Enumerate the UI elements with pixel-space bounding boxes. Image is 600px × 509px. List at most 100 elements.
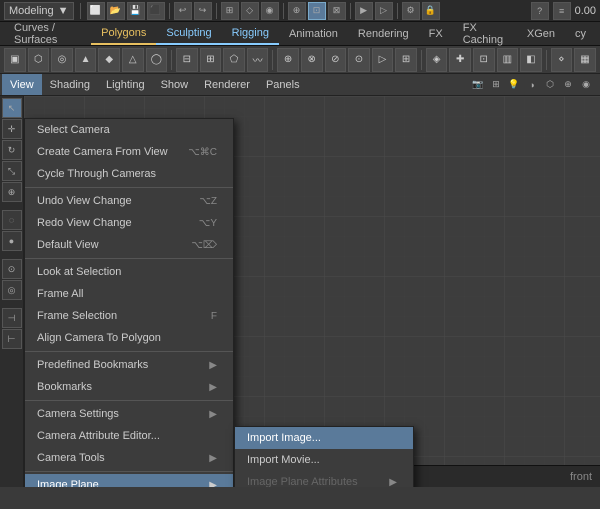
cone-tool[interactable]: ▲ [75,48,97,72]
box-tool[interactable]: ⬡ [28,48,50,72]
new-file-icon[interactable]: ⬜ [87,2,105,20]
tab-sculpting[interactable]: Sculpting [156,22,221,45]
menu-create-camera[interactable]: Create Camera From View ⌥⌘C [25,141,233,163]
split-tool[interactable]: ⊡ [473,48,495,72]
measure-lt-btn[interactable]: ⊣ [2,308,22,328]
connect-tool[interactable]: ✚ [449,48,471,72]
merge-tool[interactable]: ⊞ [395,48,417,72]
tab-rigging[interactable]: Rigging [222,22,279,45]
renderer-menu[interactable]: Renderer [196,74,258,95]
snap-lt-btn[interactable]: ⊙ [2,259,22,279]
move-lt-btn[interactable]: ✛ [2,119,22,139]
select-tool[interactable]: ▣ [4,48,26,72]
viewport-icon[interactable]: ⊕ [560,77,576,93]
paint-lt-btn[interactable]: ● [2,231,22,251]
cam-icon[interactable]: 📷 [470,77,486,93]
tab-animation[interactable]: Animation [279,22,348,45]
submenu-container: Import Image... Import Movie... Image Pl… [234,426,414,487]
hud-icon[interactable]: ◉ [578,77,594,93]
tab-fx[interactable]: FX [419,22,453,45]
settings-icon[interactable]: ⚙ [402,2,420,20]
redo-icon[interactable]: ↪ [194,2,212,20]
subdivide-tool[interactable]: ▦ [574,48,596,72]
light-icon[interactable]: 💡 [506,77,522,93]
soft-lt-btn[interactable]: ◎ [2,280,22,300]
undo-icon[interactable]: ↩ [174,2,192,20]
sphere-tool[interactable]: ◎ [51,48,73,72]
bevel-tool[interactable]: ◈ [426,48,448,72]
menu-camera-settings[interactable]: Camera Settings ▶ [25,403,233,425]
tab-cy[interactable]: cy [565,22,596,45]
menu-redo-view[interactable]: Redo View Change ⌥Y [25,212,233,234]
save-icon[interactable]: 💾 [127,2,145,20]
menu-tabs: Curves / Surfaces Polygons Sculpting Rig… [0,22,600,46]
workspace-dropdown[interactable]: Modeling ▼ [4,2,74,20]
panels-menu[interactable]: Panels [258,74,308,95]
menu-select-camera[interactable]: Select Camera [25,119,233,141]
scale-lt-btn[interactable]: ⤡ [2,161,22,181]
menu-align-camera[interactable]: Align Camera To Polygon [25,327,233,349]
fill-tool[interactable]: ⊙ [348,48,370,72]
submenu-import-movie[interactable]: Import Movie... [235,449,413,471]
menu-look-selection[interactable]: Look at Selection [25,261,233,283]
tab-polygons[interactable]: Polygons [91,22,156,45]
grid-icon[interactable]: ⊞ [488,77,504,93]
smooth-tool[interactable]: ⋄ [551,48,573,72]
gem-tool[interactable]: ◆ [98,48,120,72]
ipr-icon[interactable]: ▷ [375,2,393,20]
select-icon[interactable]: ⊞ [221,2,239,20]
menu-frame-selection[interactable]: Frame Selection F [25,305,233,327]
tab-rendering[interactable]: Rendering [348,22,419,45]
select-lt-btn[interactable]: ↖ [2,98,22,118]
help-icon[interactable]: ? [531,2,549,20]
menu-undo-view[interactable]: Undo View Change ⌥Z [25,190,233,212]
save-as-icon[interactable]: ⬛ [147,2,165,20]
grid-snap-icon[interactable]: ⊡ [308,2,326,20]
prism-tool[interactable]: ⬠ [223,48,245,72]
submenu-import-image[interactable]: Import Image... [235,427,413,449]
shading2-icon[interactable]: ◑ [524,77,540,93]
menu-camera-tools[interactable]: Camera Tools ▶ [25,447,233,469]
open-icon[interactable]: 📂 [107,2,125,20]
menu-image-plane[interactable]: Image Plane ▶ [25,474,233,487]
menu-default-view[interactable]: Default View ⌥⌦ [25,234,233,256]
show-menu[interactable]: Show [153,74,197,95]
menu-camera-attr-editor[interactable]: Camera Attribute Editor... [25,425,233,447]
insert-tool[interactable]: ▥ [497,48,519,72]
menu-bookmarks[interactable]: Bookmarks ▶ [25,376,233,398]
plane-tool[interactable]: ⊟ [176,48,198,72]
universal-lt-btn[interactable]: ⊕ [2,182,22,202]
menu-sep1 [25,187,233,188]
wedge-tool[interactable]: ▷ [372,48,394,72]
tab-fx-caching[interactable]: FX Caching [453,22,517,45]
shading-menu[interactable]: Shading [42,74,98,95]
tool-sep4 [546,50,547,70]
snap-icon[interactable]: ⊕ [288,2,306,20]
tab-curves-surfaces[interactable]: Curves / Surfaces [4,22,91,45]
lasso-icon[interactable]: ◇ [241,2,259,20]
menu-cycle-cameras[interactable]: Cycle Through Cameras [25,163,233,185]
channel-icon[interactable]: ≡ [553,2,571,20]
rotate-lt-btn[interactable]: ↻ [2,140,22,160]
torus-tool[interactable]: ◯ [146,48,168,72]
menu-predefined-bookmarks[interactable]: Predefined Bookmarks ▶ [25,354,233,376]
helix-tool[interactable]: 〰 [247,48,269,72]
lock-icon[interactable]: 🔒 [422,2,440,20]
curve-snap-icon[interactable]: ⊠ [328,2,346,20]
viewport[interactable]: X Y Select Camera Create Camera From Vie… [24,96,600,487]
script-lt-btn[interactable]: ⊢ [2,329,22,349]
render-icon[interactable]: ▶ [355,2,373,20]
append-tool[interactable]: ⊘ [325,48,347,72]
lasso-lt-btn[interactable]: ◌ [2,210,22,230]
offset-tool[interactable]: ◧ [520,48,542,72]
extrude-tool[interactable]: ⊕ [277,48,299,72]
lighting-menu[interactable]: Lighting [98,74,153,95]
disk-tool[interactable]: ⊞ [200,48,222,72]
menu-frame-all[interactable]: Frame All [25,283,233,305]
pyramid-tool[interactable]: △ [122,48,144,72]
tab-xgen[interactable]: XGen [517,22,565,45]
paint-icon[interactable]: ◉ [261,2,279,20]
wire-icon[interactable]: ⬡ [542,77,558,93]
bridge-tool[interactable]: ⊗ [301,48,323,72]
view-menu[interactable]: View [2,74,42,95]
